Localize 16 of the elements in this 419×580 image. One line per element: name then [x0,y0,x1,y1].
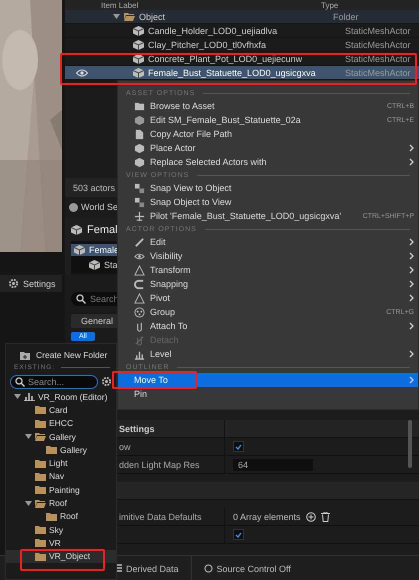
type-label: StaticMeshActor [345,40,411,50]
type-label: StaticMeshActor [345,26,411,36]
actor-name: Femal [87,224,118,236]
property-label: ow [119,442,131,452]
property-label: dden Light Map Res [119,460,200,470]
type-label: StaticMeshActor [345,68,411,78]
actor-label: Concrete_Plant_Pot_LOD0_uejiecunw [148,54,302,64]
actor-label: Clay_Pitcher_LOD0_tl0vfhxfa [148,40,266,50]
type-label: StaticMeshActor [345,54,411,64]
property-label: imitive Data Defaults [119,512,202,522]
type-label: Folder [333,12,359,22]
actor-label: Female_Bust_Statuette_LOD0_ugsicgxva [148,68,316,78]
actor-count: 503 actors [73,182,116,192]
array-count: 0 Array elements [233,512,301,522]
actor-label: Candle_Holder_LOD0_uejiadlva [148,26,278,36]
actor-label: Object [139,12,166,22]
